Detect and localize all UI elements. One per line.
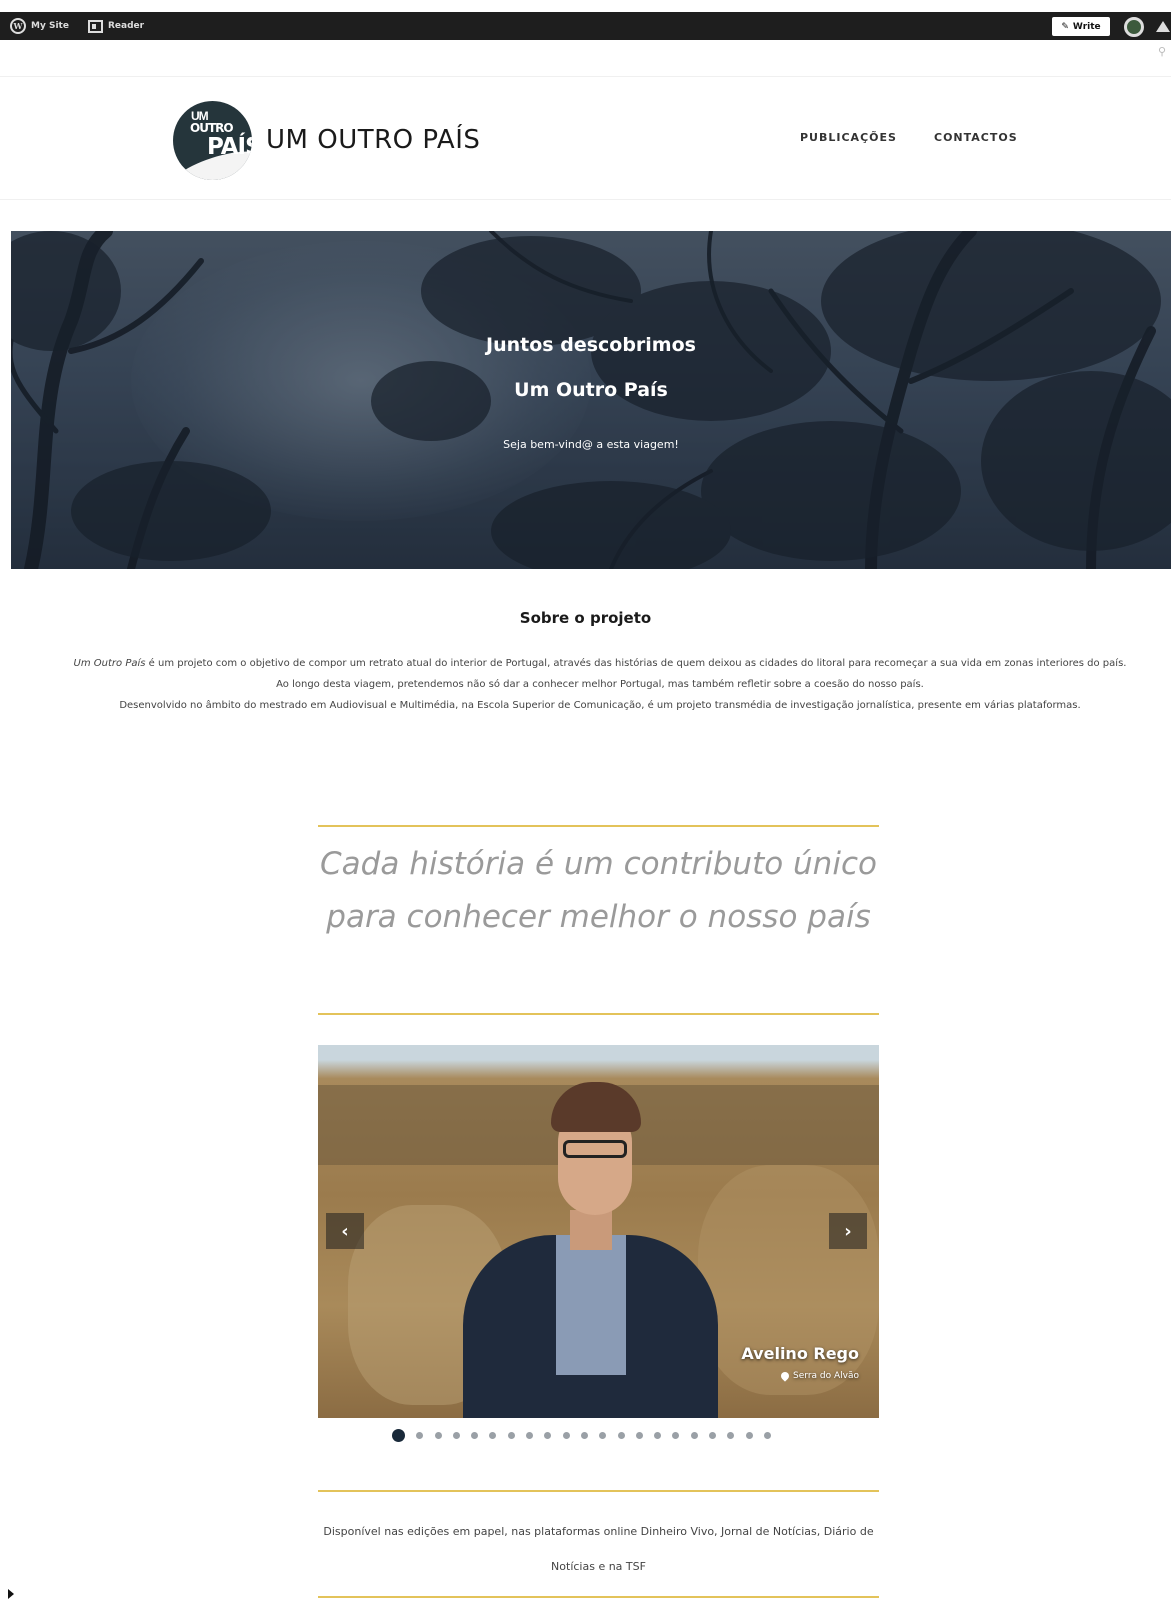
wordpress-icon: W bbox=[10, 18, 26, 34]
hero-title-line1: Juntos descobrimos bbox=[486, 334, 696, 356]
map-pin-icon bbox=[779, 1370, 791, 1382]
write-button[interactable]: ✎ Write bbox=[1052, 17, 1110, 36]
write-label: Write bbox=[1072, 21, 1101, 32]
carousel-dot[interactable] bbox=[507, 1431, 515, 1439]
availability-divider-top bbox=[318, 1490, 879, 1492]
reader-button[interactable]: Reader bbox=[88, 17, 144, 35]
hero-subtitle: Seja bem-vind@ a esta viagem! bbox=[503, 438, 679, 451]
carousel-dot[interactable] bbox=[599, 1431, 607, 1439]
pull-quote: Cada história é um contributo único para… bbox=[320, 846, 877, 935]
carousel-dot[interactable] bbox=[745, 1431, 753, 1439]
browser-top-strip bbox=[0, 0, 1171, 12]
carousel-dot[interactable] bbox=[416, 1431, 424, 1439]
my-site-label: My Site bbox=[31, 21, 69, 31]
quote-divider-bottom bbox=[318, 1013, 879, 1015]
availability-text: Disponível nas edições em papel, nas pla… bbox=[323, 1525, 874, 1573]
carousel-dot[interactable] bbox=[709, 1431, 717, 1439]
carousel-dot[interactable] bbox=[763, 1431, 771, 1439]
person-glasses bbox=[563, 1140, 627, 1158]
about-paragraph-1-text: é um projeto com o objetivo de compor um… bbox=[145, 658, 1127, 690]
site-header: UM OUTRO PAÍS UM OUTRO PAÍS PUBLICAÇÕES … bbox=[0, 76, 1171, 200]
my-site-button[interactable]: W My Site bbox=[10, 17, 69, 35]
carousel-dot[interactable] bbox=[617, 1431, 625, 1439]
carousel-prev-button[interactable]: ‹ bbox=[326, 1213, 364, 1249]
carousel-next-button[interactable]: › bbox=[829, 1213, 867, 1249]
availability-divider-bottom bbox=[318, 1596, 879, 1598]
slide-caption-location: Serra do Alvão bbox=[779, 1370, 859, 1382]
carousel-dot[interactable] bbox=[471, 1431, 479, 1439]
carousel-dot[interactable] bbox=[635, 1431, 643, 1439]
hero-banner: Juntos descobrimos Um Outro País Seja be… bbox=[11, 231, 1171, 569]
person-neck bbox=[570, 1210, 612, 1250]
reader-label: Reader bbox=[108, 21, 145, 31]
carousel-dot[interactable] bbox=[392, 1428, 405, 1442]
pencil-icon: ✎ bbox=[1061, 21, 1069, 32]
story-carousel[interactable]: ‹ › Avelino Rego Serra do Alvão bbox=[318, 1045, 879, 1418]
project-name-emphasis: Um Outro País bbox=[73, 658, 146, 669]
carousel-dot[interactable] bbox=[452, 1431, 460, 1439]
carousel-dot[interactable] bbox=[654, 1431, 662, 1439]
about-paragraph-2: Desenvolvido no âmbito do mestrado em Au… bbox=[119, 700, 1081, 711]
chevron-right-icon: › bbox=[844, 1220, 852, 1242]
bell-icon[interactable] bbox=[1156, 21, 1170, 32]
avatar[interactable] bbox=[1124, 17, 1144, 37]
carousel-dot[interactable] bbox=[489, 1431, 497, 1439]
mouse-cursor bbox=[8, 1589, 14, 1599]
carousel-dot[interactable] bbox=[672, 1431, 680, 1439]
nav-item-contactos[interactable]: CONTACTOS bbox=[934, 131, 1018, 144]
about-text: Um Outro País é um projeto com o objetiv… bbox=[70, 653, 1130, 716]
admin-bar: W My Site Reader ✎ Write bbox=[0, 0, 1171, 40]
carousel-dot[interactable] bbox=[580, 1431, 588, 1439]
carousel-dot[interactable] bbox=[690, 1431, 698, 1439]
about-heading: Sobre o projeto bbox=[519, 609, 652, 627]
quote-divider-top bbox=[318, 825, 879, 827]
hero-title-line2: Um Outro País bbox=[514, 379, 668, 401]
person-shirt bbox=[556, 1235, 626, 1375]
carousel-dot[interactable] bbox=[562, 1431, 570, 1439]
carousel-dot[interactable] bbox=[434, 1431, 442, 1439]
reader-icon bbox=[88, 19, 103, 33]
carousel-dot[interactable] bbox=[727, 1431, 735, 1439]
slide-location-text: Serra do Alvão bbox=[793, 1371, 859, 1381]
carousel-dot[interactable] bbox=[544, 1431, 552, 1439]
slide-caption-name: Avelino Rego bbox=[741, 1344, 859, 1363]
site-title[interactable]: UM OUTRO PAÍS bbox=[266, 125, 480, 155]
carousel-dot[interactable] bbox=[526, 1431, 534, 1439]
carousel-indicators bbox=[392, 1428, 771, 1442]
logo-text-line3: PAÍS bbox=[207, 134, 252, 160]
search-icon[interactable]: ⚲ bbox=[1158, 45, 1166, 58]
chevron-left-icon: ‹ bbox=[341, 1220, 349, 1242]
about-paragraph-1: Um Outro País é um projeto com o objetiv… bbox=[70, 653, 1130, 695]
logo-text-line2: OUTRO bbox=[190, 121, 234, 135]
site-logo[interactable]: UM OUTRO PAÍS bbox=[173, 101, 252, 180]
nav-item-publicacoes[interactable]: PUBLICAÇÕES bbox=[800, 131, 897, 144]
